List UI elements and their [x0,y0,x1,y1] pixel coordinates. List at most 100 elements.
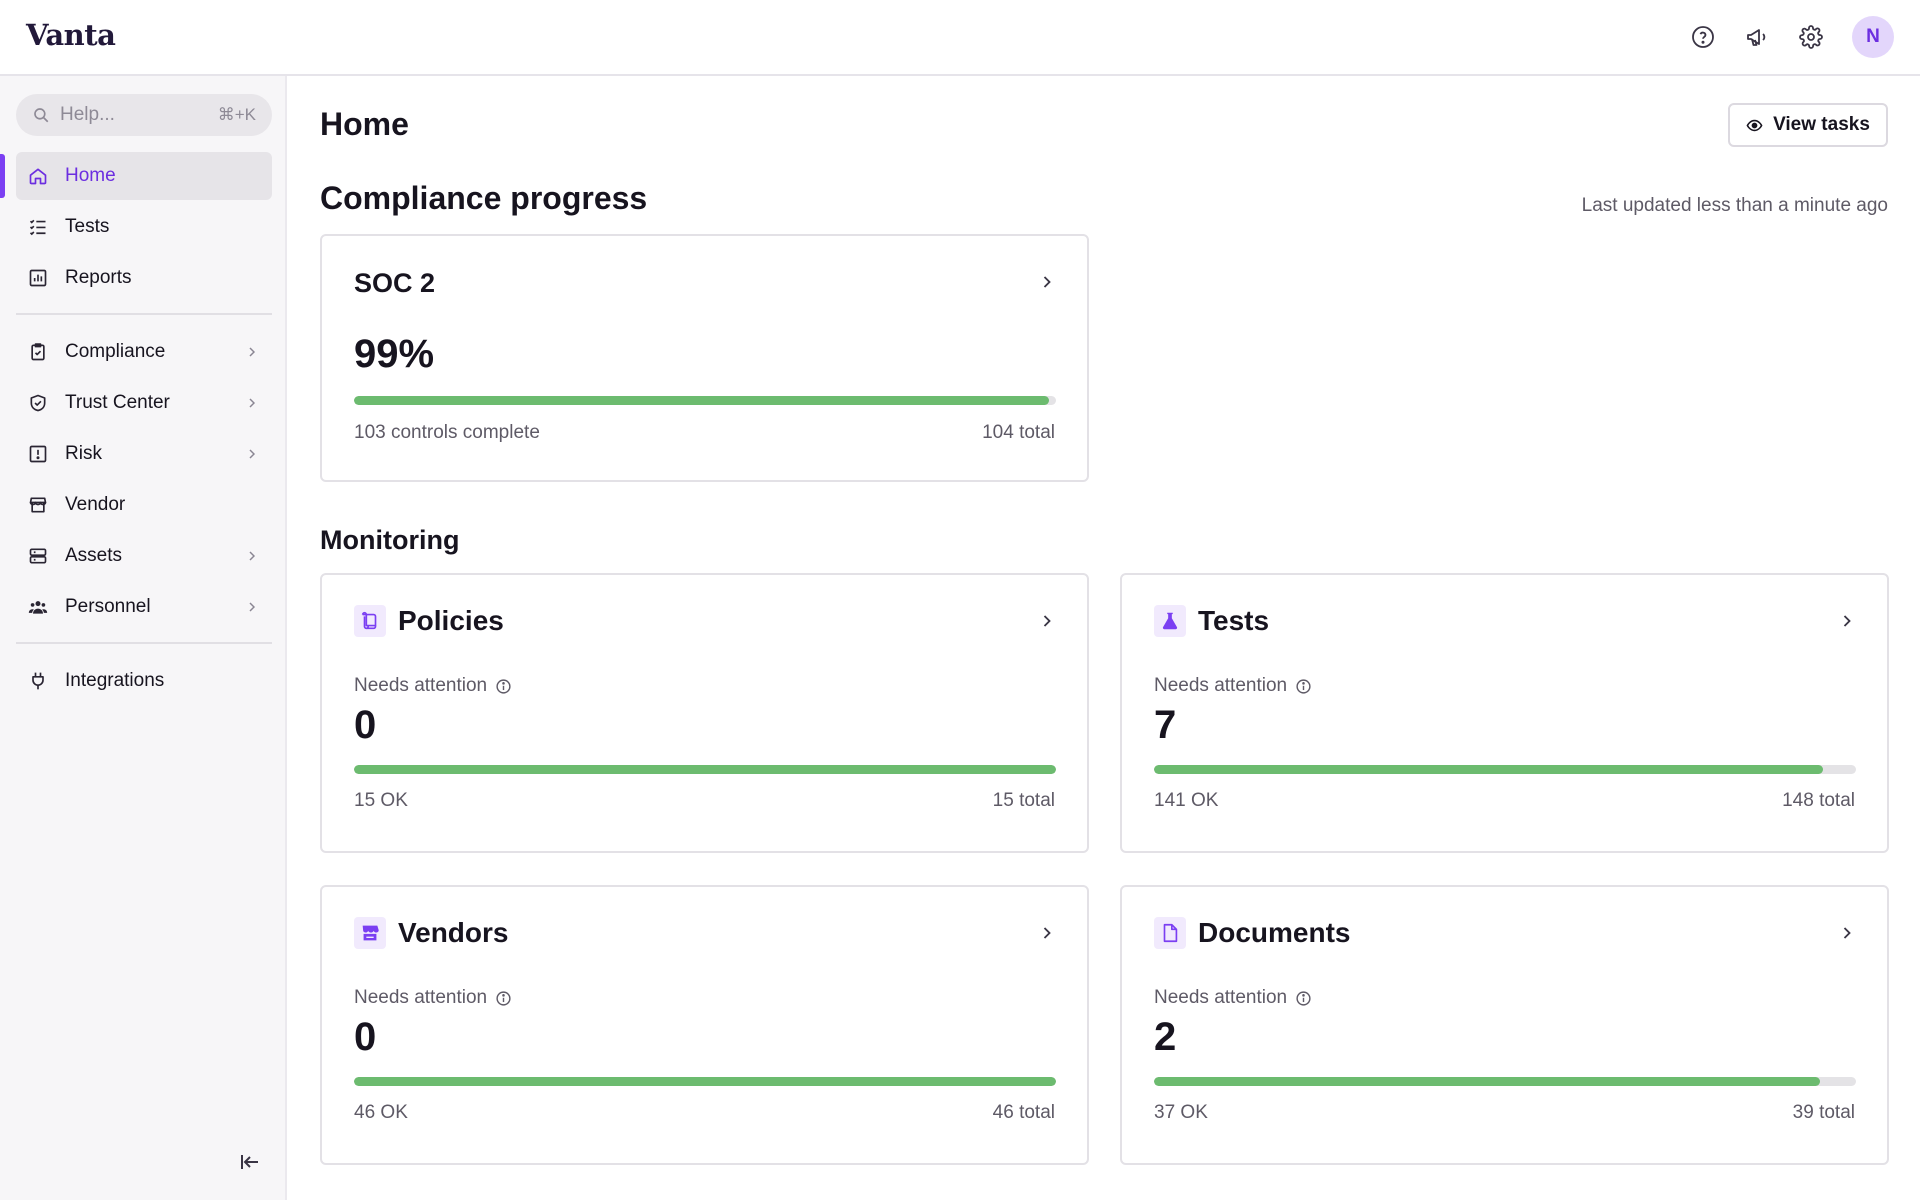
progress-footer: 37 OK 39 total [1154,1102,1855,1124]
top-bar: Vanta N [0,0,1920,76]
sidebar-item-vendor[interactable]: Vendor [16,481,272,529]
sidebar-item-label: Assets [65,545,123,566]
card-header: Vendors [354,917,508,949]
alert-square-icon [26,442,50,466]
collapse-sidebar-icon[interactable] [238,1150,262,1179]
needs-attention-text: Needs attention [354,987,488,1008]
total-count: 39 total [1792,1102,1855,1123]
search-placeholder: Help... [60,104,115,125]
needs-attention-count: 0 [354,1015,377,1059]
store-icon [26,493,50,517]
tests-card[interactable]: Tests Needs attention 7 141 OK 148 total [1120,573,1889,853]
sidebar-item-integrations[interactable]: Integrations [16,657,272,705]
chevron-right-icon [244,344,260,360]
chevron-right-icon [244,395,260,411]
users-icon [26,595,50,619]
chevron-right-icon [244,446,260,462]
chevron-right-icon[interactable] [1037,611,1057,636]
sidebar: Help... ⌘+K Home Tests Reports Complianc… [0,76,287,1200]
user-avatar[interactable]: N [1852,16,1894,58]
store-icon [354,917,386,949]
chevron-right-icon[interactable] [1837,923,1857,948]
server-icon [26,544,50,568]
ok-count: 141 OK [1154,790,1219,811]
progress-footer: 15 OK 15 total [354,790,1055,812]
home-icon [26,164,50,188]
soc2-card[interactable]: SOC 2 99% 103 controls complete 104 tota… [320,234,1089,482]
sidebar-item-label: Home [65,165,116,186]
card-header: Tests [1154,605,1269,637]
sidebar-item-trust-center[interactable]: Trust Center [16,379,272,427]
progress-footer: 141 OK 148 total [1154,790,1855,812]
progress-fill [354,1077,1056,1086]
view-tasks-button[interactable]: View tasks [1728,103,1888,147]
policy-scroll-icon [354,605,386,637]
card-title: Vendors [398,917,509,948]
info-icon[interactable] [495,678,512,695]
needs-attention-label: Needs attention [354,675,512,697]
card-title: Policies [398,605,504,636]
total-count: 46 total [992,1102,1055,1123]
sidebar-item-label: Integrations [65,670,165,691]
document-icon [1154,917,1186,949]
needs-attention-count: 0 [354,703,377,747]
ok-count: 37 OK [1154,1102,1208,1123]
ok-count: 46 OK [354,1102,408,1123]
search-icon [34,108,49,123]
controls-total: 104 total [982,422,1055,443]
chevron-right-icon[interactable] [1837,611,1857,636]
card-header: Policies [354,605,504,637]
vendors-card[interactable]: Vendors Needs attention 0 46 OK 46 total [320,885,1089,1165]
controls-complete: 103 controls complete [354,422,540,443]
sidebar-item-tests[interactable]: Tests [16,203,272,251]
needs-attention-label: Needs attention [354,987,512,1009]
sidebar-item-home[interactable]: Home [0,152,272,200]
vanta-logo[interactable]: Vanta [26,18,116,52]
info-icon[interactable] [1295,990,1312,1007]
progress-bar [1154,1077,1856,1086]
top-actions: N [1686,16,1894,58]
sidebar-item-label: Reports [65,267,132,288]
sidebar-nav-primary: Home Tests Reports Compliance Trust Cent… [0,152,272,708]
card-title: Documents [1198,917,1351,948]
progress-fill [354,765,1056,774]
eye-icon [1746,119,1763,131]
card-title: Tests [1198,605,1270,636]
progress-footer: 103 controls complete 104 total [354,422,1055,444]
compliance-progress-heading: Compliance progress [320,180,648,216]
chevron-right-icon[interactable] [1037,923,1057,948]
sidebar-divider [16,313,272,315]
documents-card[interactable]: Documents Needs attention 2 37 OK 39 tot… [1120,885,1889,1165]
progress-bar [354,396,1056,405]
clipboard-check-icon [26,340,50,364]
chevron-right-icon [244,599,260,615]
chevron-right-icon[interactable] [1037,272,1057,297]
megaphone-icon[interactable] [1740,20,1774,54]
last-updated-text: Last updated less than a minute ago [1581,195,1888,216]
page-title: Home [320,106,409,142]
sidebar-item-compliance[interactable]: Compliance [16,328,272,376]
sidebar-item-label: Compliance [65,341,166,362]
progress-footer: 46 OK 46 total [354,1102,1055,1124]
sidebar-item-risk[interactable]: Risk [16,430,272,478]
progress-fill [1154,765,1823,774]
progress-fill [1154,1077,1821,1086]
info-icon[interactable] [495,990,512,1007]
needs-attention-text: Needs attention [1154,987,1288,1008]
help-search-input[interactable]: Help... ⌘+K [16,94,272,136]
sidebar-item-label: Vendor [65,494,126,515]
help-icon[interactable] [1686,20,1720,54]
chart-icon [26,266,50,290]
sidebar-item-assets[interactable]: Assets [16,532,272,580]
settings-gear-icon[interactable] [1794,20,1828,54]
card-header: Documents [1154,917,1350,949]
sidebar-item-personnel[interactable]: Personnel [16,583,272,631]
plug-icon [26,669,50,693]
sidebar-item-reports[interactable]: Reports [16,254,272,302]
policies-card[interactable]: Policies Needs attention 0 15 OK 15 tota… [320,573,1089,853]
shield-check-icon [26,391,50,415]
info-icon[interactable] [1295,678,1312,695]
progress-fill [354,396,1049,405]
active-indicator [0,154,5,198]
completion-percent: 99% [354,332,435,376]
